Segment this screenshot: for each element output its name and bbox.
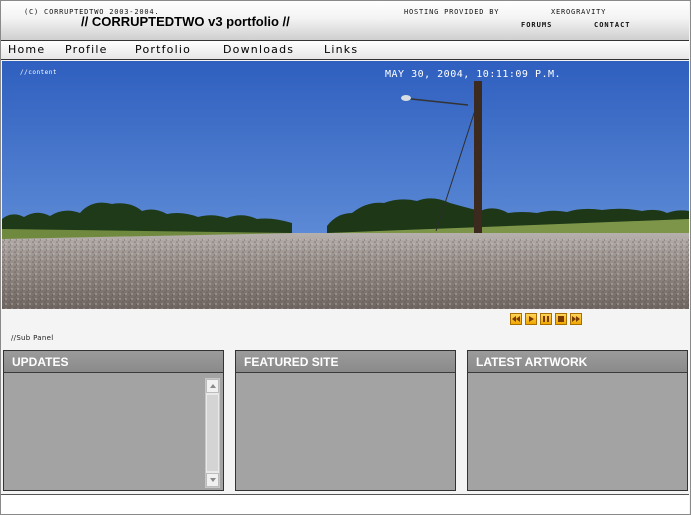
- latest-artwork-panel: LATEST ARTWORK: [467, 350, 688, 491]
- site-title: // CORRUPTEDTWO v3 portfolio //: [81, 14, 290, 29]
- forums-link[interactable]: Forums: [521, 21, 552, 29]
- fast-forward-icon[interactable]: [570, 313, 582, 325]
- datetime-stamp: May 30, 2004, 10:11:09 p.m.: [385, 69, 562, 80]
- featured-site-heading: FEATURED SITE: [236, 351, 455, 373]
- nav-item-links[interactable]: Links: [324, 43, 358, 56]
- scroll-down-icon[interactable]: [206, 473, 219, 487]
- header-bar: // CORRUPTEDTWO v3 portfolio //: [1, 1, 689, 40]
- copyright-text: (c) corruptedtwo 2003-2004.: [24, 8, 160, 16]
- stop-icon[interactable]: [555, 313, 567, 325]
- hosting-text: hosting provided by: [404, 8, 500, 16]
- pause-icon[interactable]: [540, 313, 552, 325]
- contact-link[interactable]: Contact: [594, 21, 631, 29]
- latest-artwork-heading: LATEST ARTWORK: [468, 351, 687, 373]
- featured-site-panel: FEATURED SITE: [235, 350, 456, 491]
- updates-panel: UPDATES: [3, 350, 224, 491]
- scroll-track[interactable]: [207, 395, 218, 471]
- rewind-icon[interactable]: [510, 313, 522, 325]
- main-nav: Home Profile Portfolio Downloads Links: [1, 40, 689, 60]
- nav-item-home[interactable]: Home: [8, 43, 45, 56]
- nav-item-profile[interactable]: Profile: [65, 43, 108, 56]
- content-tag: //content: [20, 69, 58, 76]
- nav-item-portfolio[interactable]: Portfolio: [135, 43, 191, 56]
- scroll-up-icon[interactable]: [206, 379, 219, 393]
- nav-item-downloads[interactable]: Downloads: [223, 43, 294, 56]
- subpanel-label: //Sub Panel: [11, 334, 54, 342]
- media-controls: [510, 313, 582, 326]
- updates-heading: UPDATES: [4, 351, 223, 373]
- updates-scrollbar[interactable]: [205, 378, 220, 488]
- header-photo: [2, 61, 689, 309]
- footer: [1, 494, 689, 514]
- host-link[interactable]: xerogravity: [551, 8, 606, 16]
- play-icon[interactable]: [525, 313, 537, 325]
